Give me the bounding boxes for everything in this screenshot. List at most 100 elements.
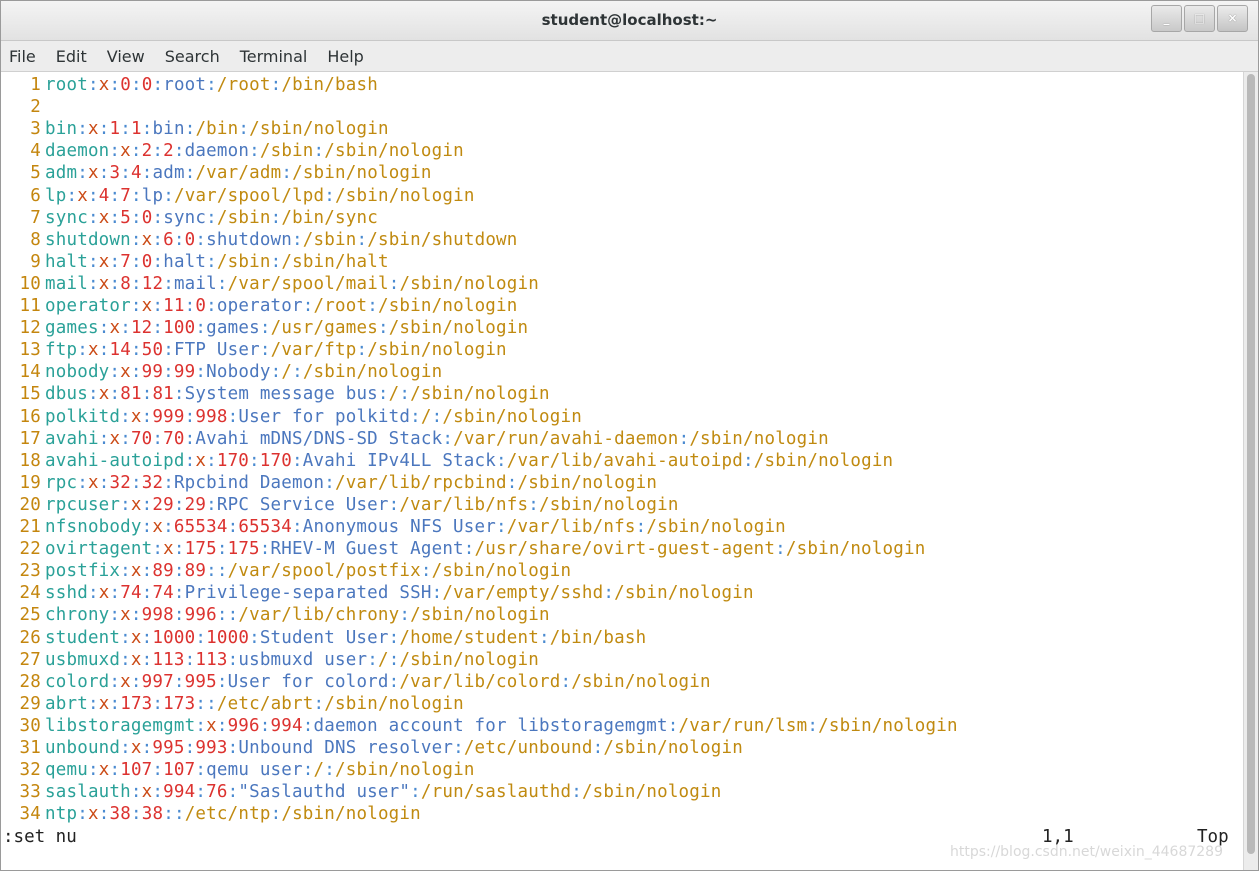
field-x: x: [120, 671, 131, 692]
line-number: 23: [19, 561, 41, 582]
field-shell: /sbin/nologin: [753, 450, 894, 471]
field-sep: :: [216, 539, 228, 560]
field-sep: :: [130, 229, 142, 250]
line-number: 15: [19, 384, 41, 405]
field-num: 6: [163, 229, 174, 250]
field-path: /etc/abrt: [216, 693, 314, 714]
field-path: /bin: [195, 119, 239, 140]
field-x: x: [120, 605, 131, 626]
field-shell: /sbin/nologin: [581, 782, 722, 803]
field-sep: :: [463, 539, 475, 560]
minimize-icon: _: [1163, 11, 1170, 25]
field-shell: /bin/bash: [281, 75, 378, 95]
field-sep: :: [807, 715, 819, 736]
field-sep: :: [216, 605, 228, 626]
scrollbar[interactable]: [1243, 72, 1258, 870]
field-sep: :: [141, 738, 153, 758]
title-bar[interactable]: student@localhost:~ _ □ ×: [1, 1, 1258, 41]
field-name: lp: [45, 185, 67, 206]
terminal-line: 30 libstoragemgmt:x:996:994:daemon accoun…: [1, 715, 958, 737]
line-number: 18: [19, 450, 41, 471]
field-name: mail: [45, 273, 88, 294]
field-sep: :: [216, 561, 228, 582]
field-gecos: lp: [141, 185, 164, 206]
field-num: 993: [195, 738, 228, 758]
field-sep: :: [109, 75, 121, 95]
maximize-button[interactable]: □: [1184, 5, 1215, 32]
field-sep: :: [270, 804, 282, 825]
terminal-line: 16 polkitd:x:999:998:User for polkitd:/:/…: [1, 406, 582, 428]
menu-search[interactable]: Search: [165, 47, 220, 66]
field-name: operator: [45, 296, 131, 316]
field-shell: /sbin/nologin: [410, 384, 550, 405]
line-number: 33: [19, 782, 41, 803]
line-number: 29: [19, 693, 41, 714]
field-sep: :: [324, 185, 336, 206]
terminal-line: 21 nfsnobody:x:65534:65534:Anonymous NFS …: [1, 516, 786, 538]
field-x: x: [98, 273, 110, 294]
terminal-line: 31 unbound:x:995:993:Unbound DNS resolver…: [1, 737, 743, 759]
field-x: x: [77, 185, 88, 206]
menu-terminal[interactable]: Terminal: [240, 47, 308, 66]
scrollbar-thumb[interactable]: [1247, 74, 1255, 854]
field-sep: :: [77, 472, 88, 493]
field-sep: :: [152, 539, 164, 560]
field-sep: :: [184, 428, 196, 449]
terminal-line: 33 saslauth:x:994:76:"Saslauthd user":/ru…: [1, 781, 722, 803]
field-x: x: [130, 561, 142, 582]
terminal-line: 14 nobody:x:99:99:Nobody:/:/sbin/nologin: [1, 361, 443, 383]
field-gecos: Avahi mDNS/DNS-SD Stack: [195, 428, 443, 449]
field-num: 76: [206, 782, 228, 803]
terminal-content[interactable]: :set nu 1,1 Top https://blog.csdn.net/we…: [1, 72, 1243, 870]
field-sep: :: [87, 760, 99, 781]
field-sep: :: [163, 273, 174, 294]
field-shell: /sbin/nologin: [571, 671, 711, 692]
maximize-icon: □: [1193, 11, 1206, 25]
terminal-line: 9 halt:x:7:0:halt:/sbin:/sbin/halt: [1, 251, 389, 273]
field-sep: :: [367, 649, 378, 670]
field-sep: :: [152, 207, 164, 228]
menu-edit[interactable]: Edit: [56, 47, 87, 66]
field-x: x: [120, 141, 131, 162]
field-sep: :: [302, 715, 314, 736]
field-x: x: [130, 738, 142, 758]
field-shell: /sbin/nologin: [785, 539, 926, 560]
field-gecos: sync: [163, 207, 207, 228]
field-sep: :: [141, 583, 153, 604]
field-shell: /sbin/nologin: [646, 517, 786, 537]
field-sep: :: [206, 251, 217, 272]
field-name: ftp: [45, 340, 78, 361]
field-sep: :: [152, 782, 164, 803]
field-num: 175: [184, 539, 217, 560]
menu-view[interactable]: View: [107, 47, 145, 66]
field-gecos: halt: [163, 251, 207, 272]
menu-help[interactable]: Help: [327, 47, 363, 66]
field-sep: :: [431, 406, 443, 427]
field-shell: /sbin/nologin: [431, 561, 572, 582]
field-sep: :: [506, 472, 518, 493]
field-x: x: [98, 693, 110, 714]
field-sep: :: [195, 362, 207, 383]
field-sep: :: [216, 671, 228, 692]
field-num: 5: [120, 207, 131, 228]
field-name: dbus: [45, 384, 88, 405]
field-sep: :: [184, 450, 196, 471]
field-num: 81: [120, 384, 142, 405]
line-number: 3: [30, 119, 41, 140]
close-button[interactable]: ×: [1217, 5, 1248, 32]
field-gecos: Unbound DNS resolver: [238, 738, 454, 758]
menu-file[interactable]: File: [9, 47, 36, 66]
field-x: x: [141, 782, 153, 803]
field-sep: :: [120, 561, 131, 582]
field-sep: :: [206, 693, 217, 714]
field-sep: :: [141, 561, 153, 582]
line-number: 22: [19, 539, 41, 560]
field-name: abrt: [45, 693, 88, 714]
field-x: x: [163, 539, 174, 560]
field-sep: :: [184, 296, 196, 316]
terminal-line: 2: [1, 96, 45, 118]
field-x: x: [206, 715, 217, 736]
field-sep: :: [130, 472, 142, 493]
minimize-button[interactable]: _: [1151, 5, 1182, 32]
field-sep: :: [141, 517, 153, 537]
